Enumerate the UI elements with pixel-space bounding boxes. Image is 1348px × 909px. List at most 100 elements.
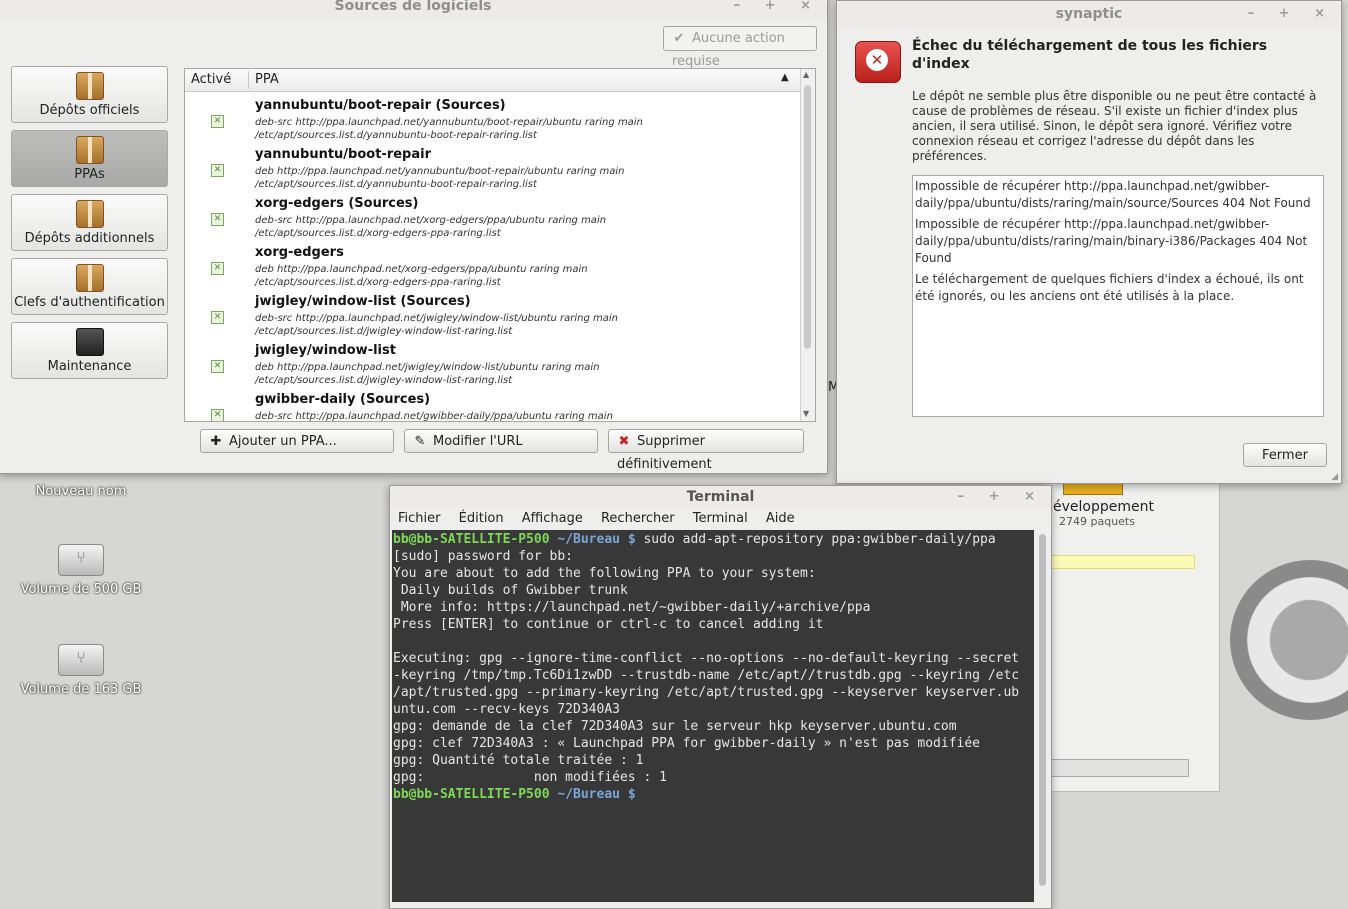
menu-fichier[interactable]: Fichier [398, 511, 441, 526]
enabled-checkbox[interactable]: ✕ [211, 164, 224, 177]
ppa-rows: ✕ yannubuntu/boot-repair (Sources) deb-s… [185, 92, 799, 421]
desktop-icon-volume-500[interactable]: ⑂ Volume de 500 GB [6, 544, 156, 597]
ppa-name: xorg-edgers [255, 245, 344, 260]
sidebar-item-clefs[interactable]: Clefs d'authentification [11, 258, 168, 315]
menu-rechercher[interactable]: Rechercher [601, 511, 675, 526]
table-row[interactable]: ✕ jwigley/window-list deb http://ppa.lau… [185, 342, 799, 391]
column-header-active[interactable]: Activé [191, 72, 231, 87]
table-row[interactable]: ✕ yannubuntu/boot-repair (Sources) deb-s… [185, 97, 799, 146]
menu-aide[interactable]: Aide [766, 511, 795, 526]
ppa-name: gwibber-daily (Sources) [255, 392, 431, 407]
window-title: synaptic [1055, 6, 1123, 22]
terminal-output[interactable]: bb@bb-SATELLITE-P500 ~/Bureau $ sudo add… [392, 530, 1034, 902]
edit-brush-icon: ✎ [414, 434, 426, 449]
category-count: 2749 paquets [1059, 515, 1135, 528]
ppa-list: Activé PPA ▲ ✕ yannubuntu/boot-repair (S… [184, 68, 816, 422]
scrollbar-thumb[interactable] [804, 85, 811, 349]
menu-terminal[interactable]: Terminal [693, 511, 748, 526]
ppa-source-line: deb-src http://ppa.launchpad.net/jwigley… [255, 313, 618, 324]
window-controls[interactable]: – + × [734, 0, 821, 17]
ppa-source-line: deb-src http://ppa.launchpad.net/gwibber… [255, 411, 613, 421]
synaptic-titlebar[interactable]: synaptic – + × [837, 1, 1341, 27]
menu-affichage[interactable]: Affichage [522, 511, 583, 526]
sidebar-item-depots-officiels[interactable]: Dépôts officiels [11, 66, 168, 123]
package-ppa-icon [75, 136, 104, 164]
sources-titlebar[interactable]: Sources de logiciels – + × [0, 0, 827, 19]
edit-url-button[interactable]: ✎ Modifier l'URL [404, 429, 598, 453]
desktop-icon-volume-163[interactable]: ⑂ Volume de 163 GB [6, 644, 156, 697]
package-key-icon [75, 264, 104, 292]
table-row[interactable]: ✕ xorg-edgers deb http://ppa.launchpad.n… [185, 244, 799, 293]
terminal-titlebar[interactable]: Terminal – + × [390, 486, 1051, 508]
scrollbar-thumb[interactable] [1039, 534, 1046, 886]
close-button[interactable]: Fermer [1243, 443, 1327, 467]
terminal-line: -keyring /tmp/tmp.Tc6Di1zwDD --trustdb-n… [393, 668, 1020, 683]
sidebar-item-maintenance[interactable]: Maintenance [11, 322, 168, 379]
prompt-user: bb@bb-SATELLITE-P500 [393, 787, 550, 802]
prompt-user: bb@bb-SATELLITE-P500 [393, 532, 550, 547]
sidebar-item-label: Clefs d'authentification [14, 295, 165, 310]
error-message: Impossible de récupérer http://ppa.launc… [915, 179, 1311, 210]
error-message: Le téléchargement de quelques fichiers d… [915, 272, 1304, 303]
edit-url-label: Modifier l'URL [433, 434, 523, 449]
terminal-line: gpg: Quantité totale traitée : 1 [393, 753, 644, 768]
terminal-line: Executing: gpg --ignore-time-conflict --… [393, 651, 1020, 666]
add-ppa-button[interactable]: ✚ Ajouter un PPA... [200, 429, 394, 453]
ppa-list-header: Activé PPA ▲ [185, 69, 815, 92]
sidebar-item-ppas[interactable]: PPAs [11, 130, 168, 187]
sort-ascending-icon: ▲ [781, 72, 789, 83]
usb-drive-icon: ⑂ [58, 544, 104, 576]
terminal-line: Daily builds of Gwibber trunk [393, 583, 628, 598]
sidebar-item-label: Maintenance [47, 359, 132, 374]
table-row[interactable]: ✕ yannubuntu/boot-repair deb http://ppa.… [185, 146, 799, 195]
enabled-checkbox[interactable]: ✕ [211, 115, 224, 128]
terminal-line: gpg: non modifiées : 1 [393, 770, 667, 785]
terminal-line: /apt/trusted.gpg --primary-keyring /etc/… [393, 685, 1020, 700]
add-ppa-label: Ajouter un PPA... [229, 434, 337, 449]
window-controls[interactable]: – + × [1248, 1, 1335, 27]
terminal-line: untu.com --recv-keys 72D340A3 [393, 702, 620, 717]
sidebar-item-depots-additionnels[interactable]: Dépôts additionnels [11, 194, 168, 251]
table-row[interactable]: ✕ gwibber-daily (Sources) deb-src http:/… [185, 391, 799, 421]
terminal-prompt-line: bb@bb-SATELLITE-P500 ~/Bureau $ [393, 786, 1034, 803]
ppa-file-path: /etc/apt/sources.list.d/yannubuntu-boot-… [255, 179, 537, 190]
terminal-line: gpg: demande de la clef 72D340A3 sur le … [393, 719, 957, 734]
ppa-file-path: /etc/apt/sources.list.d/xorg-edgers-ppa-… [255, 228, 501, 239]
ppa-source-line: deb http://ppa.launchpad.net/jwigley/win… [255, 362, 600, 373]
prompt-symbol: $ [627, 532, 636, 547]
usb-drive-icon: ⑂ [58, 644, 104, 676]
desktop-icon-nouveau-nom[interactable]: Nouveau nom [6, 484, 156, 499]
ppa-name: jwigley/window-list (Sources) [255, 294, 471, 309]
delete-button[interactable]: ✖ Supprimer définitivement [608, 429, 804, 472]
terminal-scrollbar[interactable] [1037, 530, 1049, 902]
terminal-line: gpg: clef 72D340A3 : « Launchpad PPA for… [393, 736, 980, 751]
enabled-checkbox[interactable]: ✕ [211, 262, 224, 275]
ppa-file-path: /etc/apt/sources.list.d/xorg-edgers-ppa-… [255, 277, 501, 288]
table-row[interactable]: ✕ jwigley/window-list (Sources) deb-src … [185, 293, 799, 342]
sources-window: Sources de logiciels – + × ✔ Aucune actio… [0, 0, 828, 474]
desktop-icon-label: Nouveau nom [35, 484, 127, 499]
enabled-checkbox[interactable]: ✕ [211, 409, 224, 421]
delete-x-icon: ✖ [618, 434, 630, 449]
terminal-line: More info: https://launchpad.net/~gwibbe… [393, 600, 871, 615]
category-label[interactable]: éveloppement [1053, 499, 1154, 515]
table-row[interactable]: ✕ xorg-edgers (Sources) deb-src http://p… [185, 195, 799, 244]
terminal-menubar: Fichier Édition Affichage Rechercher Ter… [390, 508, 1051, 530]
column-header-ppa[interactable]: PPA [255, 72, 279, 87]
enabled-checkbox[interactable]: ✕ [211, 213, 224, 226]
synaptic-dialog: synaptic – + × ✕ Échec du téléchargement… [836, 0, 1342, 484]
prompt-symbol: $ [627, 787, 636, 802]
scroll-up-icon[interactable]: ▲ [803, 70, 809, 79]
enabled-checkbox[interactable]: ✕ [211, 311, 224, 324]
menu-edition[interactable]: Édition [459, 511, 504, 526]
scroll-down-icon[interactable]: ▼ [803, 409, 809, 418]
check-icon: ✔ [673, 31, 685, 46]
ppa-name: yannubuntu/boot-repair [255, 147, 431, 162]
resize-grip-icon[interactable]: ◢ [1331, 472, 1338, 482]
terminal-window: Terminal – + × Fichier Édition Affichage… [389, 485, 1052, 909]
column-separator [248, 71, 249, 89]
enabled-checkbox[interactable]: ✕ [211, 360, 224, 373]
ppa-list-scrollbar[interactable]: ▲ ▼ [800, 69, 815, 421]
window-controls[interactable]: – + × [958, 486, 1045, 508]
error-details-box[interactable]: Impossible de récupérer http://ppa.launc… [912, 175, 1324, 417]
